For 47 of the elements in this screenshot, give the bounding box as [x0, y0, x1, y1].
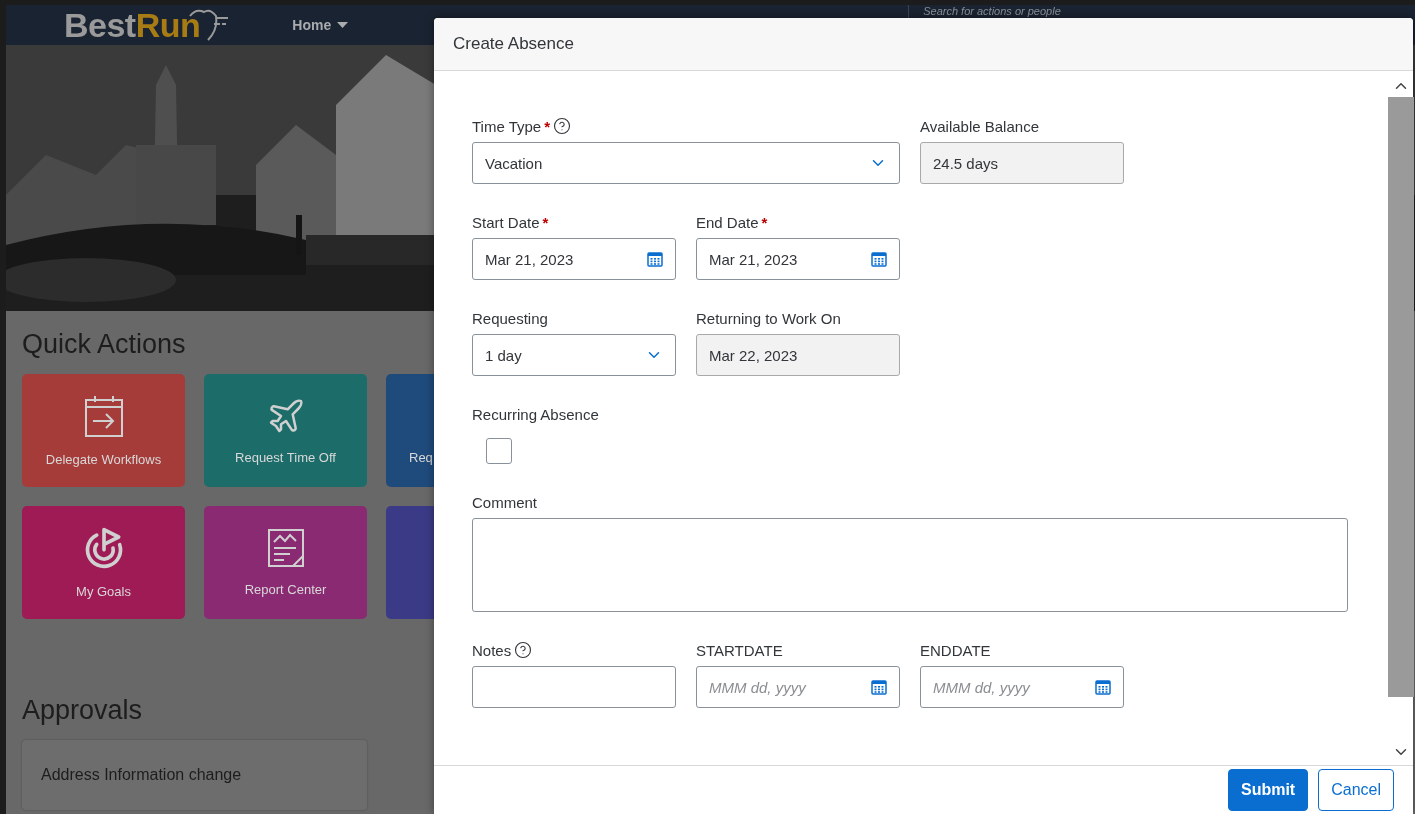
calendar-icon[interactable] — [871, 679, 887, 695]
quick-action-tile[interactable]: Delegate Workflows — [22, 374, 185, 487]
field-label: Requesting — [472, 309, 548, 327]
home-menu[interactable]: Home — [292, 17, 349, 33]
logo-text: BestRun — [64, 8, 201, 42]
calendar-arrow-icon — [83, 394, 124, 438]
field-label: Time Type — [472, 117, 542, 135]
quick-action-tile[interactable]: Report Center — [204, 506, 367, 619]
input-field[interactable] — [472, 666, 676, 708]
select-field[interactable]: Vacation — [472, 142, 900, 184]
calendar-icon[interactable] — [871, 251, 887, 267]
section-title: Approvals — [22, 695, 143, 726]
help-icon[interactable] — [553, 117, 572, 135]
dialog-title: Create Absence — [453, 34, 574, 54]
date-field[interactable]: Mar 21, 2023 — [696, 238, 900, 280]
date-field[interactable]: MMM dd, yyyy — [920, 666, 1124, 708]
readonly-field: Mar 22, 2023 — [696, 334, 900, 376]
field-label: Notes — [472, 641, 512, 659]
calendar-icon[interactable] — [1095, 679, 1111, 695]
field-label: ENDDATE — [920, 641, 991, 659]
approval-card[interactable]: Address Information change — [22, 740, 367, 810]
report-icon — [266, 528, 305, 568]
scrollbar-thumb[interactable] — [1388, 97, 1414, 697]
quick-action-tile[interactable]: Request Time Off — [204, 374, 367, 487]
caret-icon[interactable] — [337, 22, 349, 28]
readonly-field: 24.5 days — [920, 142, 1124, 184]
required-mark: * — [544, 117, 551, 135]
field-label: Available Balance — [920, 117, 1039, 135]
field-label: Start Date — [472, 213, 540, 231]
cancel-button[interactable]: Cancel — [1318, 769, 1394, 811]
calendar-icon[interactable] — [647, 251, 663, 267]
field-label: Recurring Absence — [472, 405, 599, 423]
field-label: Returning to Work On — [696, 309, 841, 327]
date-field[interactable]: Mar 21, 2023 — [472, 238, 676, 280]
date-field[interactable]: MMM dd, yyyy — [696, 666, 900, 708]
section-title: Quick Actions — [22, 329, 186, 360]
field-label: STARTDATE — [696, 641, 783, 659]
quick-action-tile[interactable]: My Goals — [22, 506, 185, 619]
select-field[interactable]: 1 day — [472, 334, 676, 376]
required-mark: * — [761, 213, 768, 231]
help-icon[interactable] — [514, 641, 533, 659]
required-mark: * — [542, 213, 549, 231]
comment-field[interactable] — [472, 518, 1348, 612]
field-label: Comment — [472, 493, 538, 511]
checkbox[interactable] — [486, 438, 512, 464]
submit-button[interactable]: Submit — [1227, 769, 1309, 811]
field-label: End Date — [696, 213, 759, 231]
